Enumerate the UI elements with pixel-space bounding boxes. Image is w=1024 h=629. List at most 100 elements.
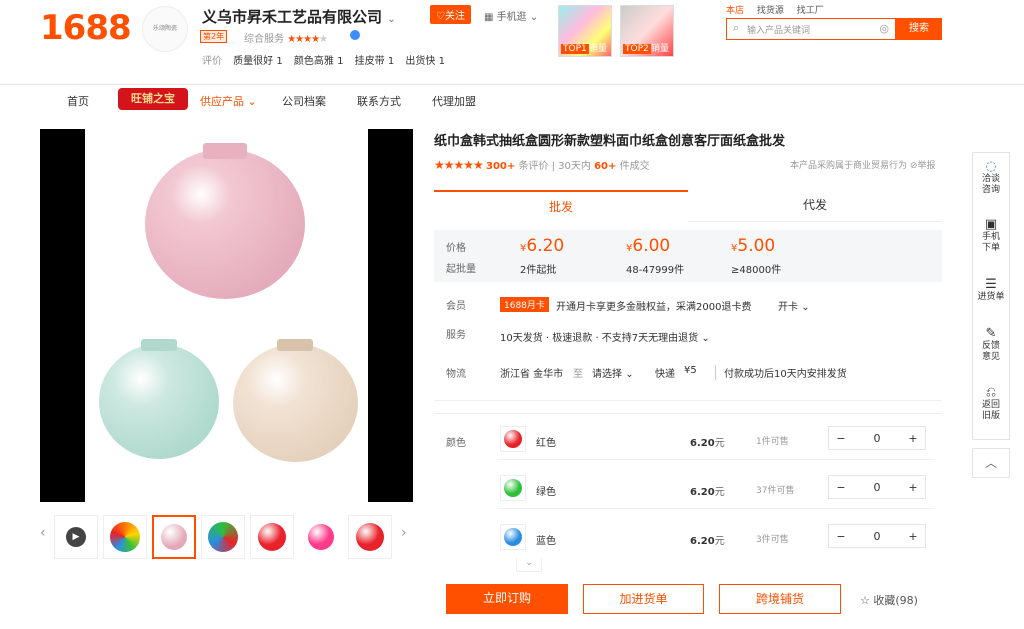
- search-input[interactable]: ⌕ 输入产品关键词 ◎: [726, 18, 896, 40]
- nav-agent[interactable]: 代理加盟: [432, 93, 476, 109]
- sidebar-item-feedback[interactable]: ✎ 反馈意见: [973, 327, 1009, 363]
- thumbnail[interactable]: [201, 515, 245, 559]
- beige-vase-image: [233, 344, 358, 462]
- open-card-label: 开卡: [778, 302, 798, 313]
- return-icon: ⎌: [985, 385, 997, 400]
- chevron-down-icon[interactable]: ⌄: [387, 14, 395, 25]
- product-photo: [85, 129, 368, 502]
- color-price: 6.20元: [690, 483, 725, 498]
- logistics-label: 物流: [446, 369, 466, 380]
- tab-dropship[interactable]: 代发: [688, 190, 942, 222]
- tab-find-factory[interactable]: 找工厂: [797, 6, 824, 16]
- camera-icon[interactable]: ◎: [879, 22, 889, 35]
- qr-icon: ▦: [484, 12, 494, 23]
- expand-more-button[interactable]: ⌄: [516, 558, 542, 572]
- search-button[interactable]: 搜索: [896, 18, 942, 40]
- swatch-ball: [504, 479, 522, 497]
- color-swatch[interactable]: [500, 475, 526, 501]
- destination-select[interactable]: 请选择 ⌄: [592, 365, 634, 380]
- thumb-image: [308, 524, 334, 550]
- favorite-label: 收藏(98): [873, 594, 918, 607]
- tab-this-shop[interactable]: 本店: [726, 6, 744, 16]
- color-swatch[interactable]: [500, 524, 526, 550]
- eval-tag[interactable]: 出货快 1: [405, 56, 445, 67]
- sidebar-item-old-version[interactable]: ⎌ 返回旧版: [973, 385, 1009, 422]
- quantity-input[interactable]: 0: [865, 530, 889, 543]
- plus-button[interactable]: +: [901, 530, 925, 543]
- eval-tag[interactable]: 颜色高雅 1: [294, 56, 344, 67]
- divider: [434, 400, 942, 401]
- tab-find-source[interactable]: 找货源: [757, 6, 784, 16]
- shop-name[interactable]: 义乌市昇禾工艺品有限公司 ⌄: [202, 6, 396, 27]
- minus-button[interactable]: −: [829, 481, 853, 494]
- cross-border-button[interactable]: 跨境铺货: [719, 584, 841, 614]
- nav-contact[interactable]: 联系方式: [357, 93, 401, 109]
- nav-products[interactable]: 供应产品 ⌄: [200, 93, 257, 109]
- thumbnail-video[interactable]: ▶: [54, 515, 98, 559]
- back-to-top-button[interactable]: ︿: [972, 448, 1010, 478]
- shop-avatar[interactable]: 乐颂陶瓷: [142, 6, 188, 52]
- minus-button[interactable]: −: [829, 530, 853, 543]
- eval-tag[interactable]: 挂皮带 1: [355, 56, 395, 67]
- color-name: 红色: [536, 438, 556, 449]
- thumb-image: [110, 522, 140, 552]
- chevron-right-icon[interactable]: ›: [401, 525, 413, 569]
- heart-icon: ♡: [436, 11, 445, 22]
- tier-price: ¥6.00: [626, 236, 670, 256]
- top1-product-thumb[interactable]: TOP1 销量: [558, 5, 612, 57]
- tier-price: ¥5.00: [731, 236, 775, 256]
- qr-code-icon: ▣: [984, 217, 998, 232]
- rating-stars: ★★★★★: [434, 158, 484, 172]
- report-link[interactable]: 举报: [917, 161, 935, 171]
- tier-qty: ≥48000件: [731, 265, 782, 276]
- tab-wholesale[interactable]: 批发: [434, 190, 688, 222]
- thumbnail-selected[interactable]: [152, 515, 196, 559]
- main-product-image[interactable]: [40, 129, 413, 502]
- year-badge: 第2年: [200, 30, 228, 43]
- price-unit: 元: [714, 487, 725, 498]
- review-suffix: 条评价: [518, 161, 549, 172]
- shop-logo-text: 乐颂陶瓷: [152, 25, 177, 32]
- add-to-cart-button[interactable]: 加进货单: [583, 584, 704, 614]
- nav-company-profile[interactable]: 公司档案: [282, 93, 326, 109]
- follow-button[interactable]: ♡关注: [430, 5, 471, 24]
- star-icon: ☆: [860, 594, 870, 607]
- open-card-link[interactable]: 开卡 ⌄: [778, 298, 810, 313]
- review-count[interactable]: 300+: [486, 161, 515, 172]
- top2-product-thumb[interactable]: TOP2 销量: [620, 5, 674, 57]
- search-scope-tabs: 本店 找货源 找工厂: [726, 3, 834, 16]
- tier-price-value: 5.00: [737, 236, 776, 256]
- nav-home[interactable]: 首页: [67, 93, 89, 109]
- favorite-button[interactable]: ☆ 收藏(98): [860, 592, 918, 608]
- sidebar-item-chat[interactable]: ◌ 洽谈咨询: [973, 160, 1009, 196]
- sidebar-item-cart[interactable]: ☰ 进货单: [973, 278, 1009, 303]
- trade-notice: 本产品采购属于商业贸易行为 ⊘举报: [790, 158, 935, 171]
- minus-button[interactable]: −: [829, 432, 853, 445]
- mobile-browse-button[interactable]: ▦ 手机逛 ⌄: [484, 8, 538, 23]
- site-logo[interactable]: 1688: [40, 8, 132, 48]
- plus-button[interactable]: +: [901, 432, 925, 445]
- thumbnail[interactable]: [348, 515, 392, 559]
- thumbnail[interactable]: [103, 515, 147, 559]
- quantity-input[interactable]: 0: [865, 432, 889, 445]
- buy-now-button[interactable]: 立即订购: [446, 584, 568, 614]
- rating-star-empty: ★: [319, 34, 328, 45]
- sidebar-label: 洽谈咨询: [982, 174, 1001, 195]
- eval-tag[interactable]: 质量很好 1: [233, 56, 283, 67]
- service-text[interactable]: 10天发货 · 极速退款 · 不支持7天无理由退货 ⌄: [500, 329, 710, 344]
- chevron-down-icon: ⌄: [801, 302, 810, 313]
- tier-price-value: 6.20: [526, 236, 565, 256]
- color-option-row: 绿色 6.20元 37件可售 −0 +: [498, 469, 934, 509]
- quantity-input[interactable]: 0: [865, 481, 889, 494]
- thumbnail[interactable]: [250, 515, 294, 559]
- nav-shop-treasure[interactable]: 旺铺之宝: [118, 88, 188, 110]
- color-swatch[interactable]: [500, 426, 526, 452]
- plus-button[interactable]: +: [901, 481, 925, 494]
- color-price-value: 6.20: [690, 536, 715, 547]
- top-rank-label: TOP2: [623, 44, 651, 54]
- sidebar-item-mobile-order[interactable]: ▣ 手机下单: [973, 217, 1009, 254]
- member-card-badge: 1688月卡: [500, 297, 549, 312]
- thumbnail[interactable]: [299, 515, 343, 559]
- chevron-left-icon[interactable]: ‹: [40, 525, 52, 569]
- color-price: 6.20元: [690, 532, 725, 547]
